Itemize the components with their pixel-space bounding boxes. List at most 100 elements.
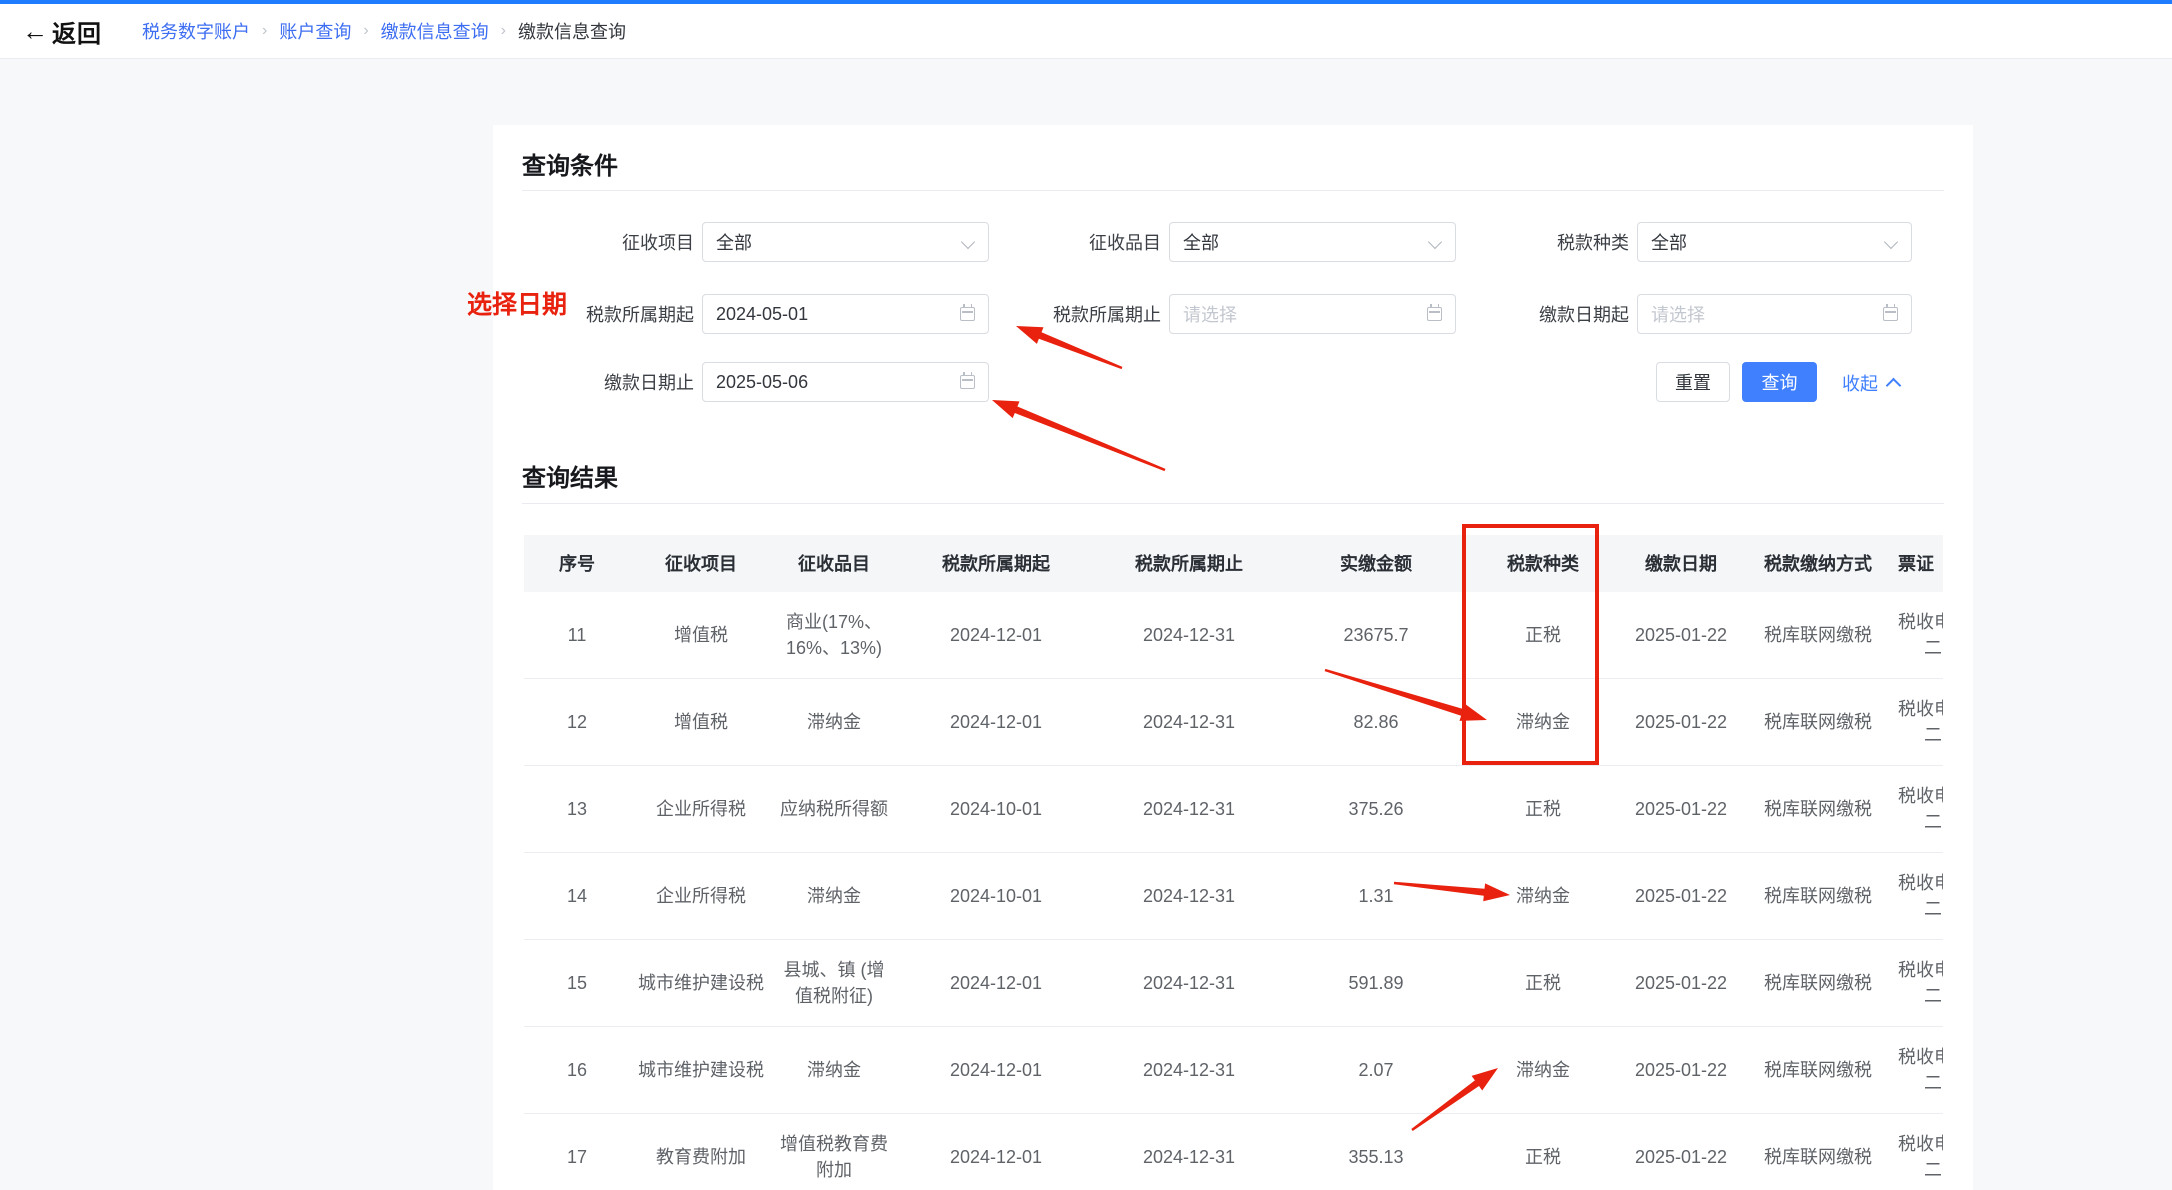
levy-project-value: 全部 xyxy=(716,229,752,255)
column-header-project: 征收项目 xyxy=(630,535,772,592)
table-row: 13企业所得税应纳税所得额2024-10-012024-12-31375.26正… xyxy=(524,766,1943,853)
search-button[interactable]: 查询 xyxy=(1742,362,1817,402)
back-button[interactable]: ← 返回 xyxy=(22,14,102,49)
cell-period_end: 2024-12-31 xyxy=(1096,853,1282,939)
column-header-ticket: 票证 xyxy=(1890,535,1943,592)
table-row: 11增值税商业(17%、16%、13%)2024-12-012024-12-31… xyxy=(524,592,1943,679)
field-tax-category: 税款种类 全部 xyxy=(1428,222,1912,262)
breadcrumb: 税务数字账户›账户查询›缴款信息查询›缴款信息查询 xyxy=(142,18,626,44)
cell-ticket: 税收电二 xyxy=(1890,679,1943,765)
table-row: 16城市维护建设税滞纳金2024-12-012024-12-312.07滞纳金2… xyxy=(524,1027,1943,1114)
app-header: ← 返回 税务数字账户›账户查询›缴款信息查询›缴款信息查询 xyxy=(0,4,2172,59)
pay-date-end-date-input[interactable]: 2025-05-06 xyxy=(702,362,989,402)
cell-item: 滞纳金 xyxy=(772,1027,896,1113)
cell-seq: 13 xyxy=(524,766,630,852)
calendar-icon xyxy=(1883,307,1898,321)
cell-item: 县城、镇 (增值税附征) xyxy=(772,940,896,1026)
cell-period_end: 2024-12-31 xyxy=(1096,679,1282,765)
divider xyxy=(522,190,1944,191)
cell-pay_method: 税库联网缴税 xyxy=(1746,1114,1890,1190)
reset-button[interactable]: 重置 xyxy=(1656,362,1730,402)
cell-period_end: 2024-12-31 xyxy=(1096,940,1282,1026)
cell-period_start: 2024-12-01 xyxy=(896,679,1096,765)
cell-amount: 23675.7 xyxy=(1282,592,1470,678)
cell-period_end: 2024-12-31 xyxy=(1096,1114,1282,1190)
column-header-period_start: 税款所属期起 xyxy=(896,535,1096,592)
column-header-item: 征收品目 xyxy=(772,535,896,592)
query-results-title: 查询结果 xyxy=(522,458,618,493)
column-header-pay_date: 缴款日期 xyxy=(1616,535,1746,592)
cell-project: 企业所得税 xyxy=(630,853,772,939)
cell-pay_date: 2025-01-22 xyxy=(1616,679,1746,765)
field-levy-project: 征收项目 全部 xyxy=(493,222,989,262)
breadcrumb-separator-icon: › xyxy=(501,22,506,40)
tax-category-select[interactable]: 全部 xyxy=(1637,222,1912,262)
annotation-select-date-note: 选择日期 xyxy=(467,285,567,321)
cell-tax_type: 正税 xyxy=(1470,1114,1616,1190)
field-pay-date-start: 缴款日期起 请选择 xyxy=(1428,294,1912,334)
cell-project: 教育费附加 xyxy=(630,1114,772,1190)
cell-seq: 12 xyxy=(524,679,630,765)
table-row: 15城市维护建设税县城、镇 (增值税附征)2024-12-012024-12-3… xyxy=(524,940,1943,1027)
ticket-second-line-partial: 二 xyxy=(1898,1070,1943,1096)
cell-pay_date: 2025-01-22 xyxy=(1616,1027,1746,1113)
chevron-down-icon xyxy=(1884,235,1898,249)
levy-project-select[interactable]: 全部 xyxy=(702,222,989,262)
breadcrumb-item: 缴款信息查询 xyxy=(518,18,626,44)
cell-amount: 82.86 xyxy=(1282,679,1470,765)
period-start-value: 2024-05-01 xyxy=(716,304,808,325)
table-header-row: 序号征收项目征收品目税款所属期起税款所属期止实缴金额税款种类缴款日期税款缴纳方式… xyxy=(524,535,1943,592)
back-label: 返回 xyxy=(52,14,102,49)
tax-category-value: 全部 xyxy=(1651,229,1687,255)
ticket-second-line-partial: 二 xyxy=(1898,1157,1943,1183)
field-period-end: 税款所属期止 请选择 xyxy=(960,294,1456,334)
pay-date-end-value: 2025-05-06 xyxy=(716,372,808,393)
cell-period_start: 2024-12-01 xyxy=(896,940,1096,1026)
table-row: 14企业所得税滞纳金2024-10-012024-12-311.31滞纳金202… xyxy=(524,853,1943,940)
breadcrumb-separator-icon: › xyxy=(363,22,368,40)
cell-tax_type: 滞纳金 xyxy=(1470,1027,1616,1113)
cell-tax_type: 正税 xyxy=(1470,940,1616,1026)
breadcrumb-item[interactable]: 税务数字账户 xyxy=(142,18,250,44)
cell-item: 增值税教育费附加 xyxy=(772,1114,896,1190)
cell-project: 城市维护建设税 xyxy=(630,1027,772,1113)
cell-amount: 591.89 xyxy=(1282,940,1470,1026)
cell-pay_date: 2025-01-22 xyxy=(1616,766,1746,852)
cell-seq: 14 xyxy=(524,853,630,939)
cell-seq: 15 xyxy=(524,940,630,1026)
cell-period_start: 2024-10-01 xyxy=(896,853,1096,939)
period-end-date-input[interactable]: 请选择 xyxy=(1169,294,1456,334)
cell-period_end: 2024-12-31 xyxy=(1096,592,1282,678)
ticket-second-line-partial: 二 xyxy=(1898,722,1943,748)
collapse-label: 收起 xyxy=(1842,370,1878,396)
cell-period_start: 2024-10-01 xyxy=(896,766,1096,852)
levy-item-select[interactable]: 全部 xyxy=(1169,222,1456,262)
ticket-second-line-partial: 二 xyxy=(1898,635,1943,661)
back-arrow-icon: ← xyxy=(22,18,48,44)
breadcrumb-item[interactable]: 缴款信息查询 xyxy=(381,18,489,44)
period-end-placeholder: 请选择 xyxy=(1183,301,1237,327)
field-levy-item: 征收品目 全部 xyxy=(960,222,1456,262)
cell-amount: 355.13 xyxy=(1282,1114,1470,1190)
cell-pay_method: 税库联网缴税 xyxy=(1746,1027,1890,1113)
cell-amount: 1.31 xyxy=(1282,853,1470,939)
cell-pay_date: 2025-01-22 xyxy=(1616,940,1746,1026)
cell-item: 商业(17%、16%、13%) xyxy=(772,592,896,678)
cell-tax_type: 滞纳金 xyxy=(1470,853,1616,939)
cell-pay_method: 税库联网缴税 xyxy=(1746,592,1890,678)
column-header-amount: 实缴金额 xyxy=(1282,535,1470,592)
divider xyxy=(522,503,1944,504)
pay-date-start-date-input[interactable]: 请选择 xyxy=(1637,294,1912,334)
column-header-tax_type: 税款种类 xyxy=(1470,535,1616,592)
cell-period_end: 2024-12-31 xyxy=(1096,766,1282,852)
cell-period_start: 2024-12-01 xyxy=(896,1114,1096,1190)
period-start-date-input[interactable]: 2024-05-01 xyxy=(702,294,989,334)
cell-item: 应纳税所得额 xyxy=(772,766,896,852)
cell-ticket: 税收电二 xyxy=(1890,853,1943,939)
breadcrumb-item[interactable]: 账户查询 xyxy=(279,18,351,44)
collapse-link[interactable]: 收起 xyxy=(1842,370,1899,396)
column-header-pay_method: 税款缴纳方式 xyxy=(1746,535,1890,592)
cell-item: 滞纳金 xyxy=(772,679,896,765)
ticket-second-line-partial: 二 xyxy=(1898,983,1943,1009)
cell-amount: 2.07 xyxy=(1282,1027,1470,1113)
